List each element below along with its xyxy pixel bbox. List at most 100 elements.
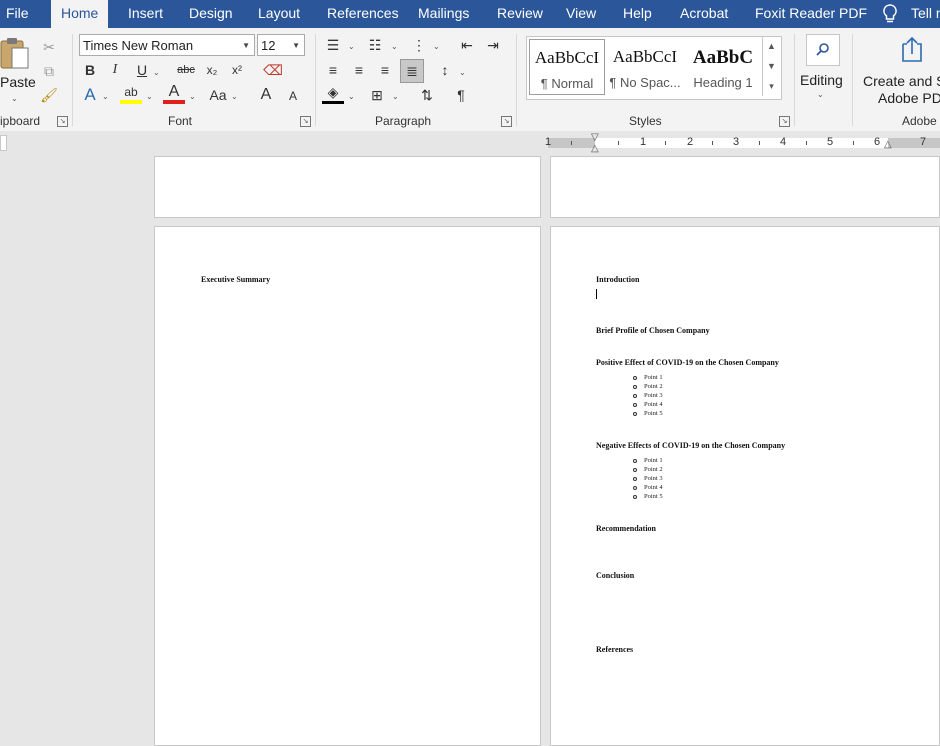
ribbon: Paste ⌄ ✂ ⧉ 🖌 ipboard ↘ Times New Roman ▼… <box>0 28 940 132</box>
list-item: Point 2 <box>633 383 663 390</box>
style-heading-1[interactable]: AaBbC Heading 1 <box>685 39 761 95</box>
tab-foxit-reader-pdf[interactable]: Foxit Reader PDF <box>755 0 867 28</box>
first-line-indent-marker[interactable]: ▽ <box>591 132 599 143</box>
dialog-launcher-icon[interactable]: ↘ <box>300 116 311 127</box>
paste-button[interactable]: Paste ⌄ <box>0 34 36 106</box>
styles-gallery: AaBbCcI ¶ Normal AaBbCcI ¶ No Spac... Aa… <box>526 36 782 100</box>
tab-design[interactable]: Design <box>189 0 233 28</box>
list-item: Point 1 <box>633 374 663 381</box>
tab-view[interactable]: View <box>566 0 596 28</box>
list-item: Point 3 <box>633 392 663 399</box>
page-right[interactable]: Introduction Brief Profile of Chosen Com… <box>550 226 940 746</box>
lightbulb-icon[interactable] <box>882 0 898 28</box>
font-family-select[interactable]: Times New Roman ▼ <box>79 34 255 56</box>
justify-icon[interactable]: ≣ <box>400 59 424 83</box>
tab-file[interactable]: File <box>6 0 29 28</box>
decrease-indent-icon[interactable]: ⇤ <box>456 34 478 56</box>
dialog-launcher-icon[interactable]: ↘ <box>501 116 512 127</box>
chevron-up-icon[interactable]: ▲ <box>762 36 780 56</box>
paragraph-group-label: Paragraph <box>375 114 432 128</box>
horizontal-ruler[interactable]: 1 1 2 3 4 5 6 7 ▽ △ △ <box>545 132 940 154</box>
list-item: Point 3 <box>633 475 663 482</box>
subscript-button[interactable]: x₂ <box>201 59 223 81</box>
bullets-icon[interactable]: ☰ <box>322 34 344 56</box>
brief-profile-heading: Brief Profile of Chosen Company <box>596 326 710 335</box>
adobe-group-label: Adobe <box>902 114 937 128</box>
list-item: Point 1 <box>633 457 663 464</box>
more-icon[interactable]: ▾ <box>762 76 780 96</box>
styles-scroll[interactable]: ▲ ▼ ▾ <box>762 36 780 98</box>
chevron-down-icon: ⌄ <box>11 94 18 103</box>
clear-formatting-icon[interactable]: ⌫ <box>262 59 284 81</box>
conclusion-heading: Conclusion <box>596 571 635 580</box>
page-previous-left <box>154 156 541 218</box>
sort-icon[interactable]: ⇅ <box>416 84 438 106</box>
change-case-button[interactable]: Aa <box>205 84 231 106</box>
underline-button[interactable]: U <box>131 59 153 81</box>
style-normal[interactable]: AaBbCcI ¶ Normal <box>529 39 605 95</box>
tab-acrobat[interactable]: Acrobat <box>680 0 728 28</box>
tab-help[interactable]: Help <box>623 0 652 28</box>
styles-group-label: Styles <box>629 114 662 128</box>
right-indent-marker[interactable]: △ <box>884 139 892 150</box>
borders-icon[interactable]: ⊞ <box>366 84 388 106</box>
numbering-icon[interactable]: ☷ <box>364 34 386 56</box>
chevron-down-icon[interactable]: ▼ <box>762 56 780 76</box>
tab-home[interactable]: Home <box>51 0 109 28</box>
hanging-indent-marker[interactable]: △ <box>591 143 599 154</box>
bold-button[interactable]: B <box>79 59 101 81</box>
list-item: Point 2 <box>633 466 663 473</box>
text-effects-icon[interactable]: A <box>79 84 101 106</box>
list-item: Point 4 <box>633 484 663 491</box>
executive-summary-heading: Executive Summary <box>201 275 271 284</box>
introduction-heading: Introduction <box>596 275 640 284</box>
superscript-button[interactable]: x² <box>226 59 248 81</box>
italic-button[interactable]: I <box>104 59 126 81</box>
tell-me-search[interactable]: Tell m <box>911 0 940 28</box>
format-painter-icon[interactable]: 🖌 <box>38 84 60 106</box>
positive-effect-heading: Positive Effect of COVID-19 on the Chose… <box>596 358 779 367</box>
search-icon <box>806 34 840 66</box>
tab-layout[interactable]: Layout <box>258 0 300 28</box>
tab-mailings[interactable]: Mailings <box>418 0 469 28</box>
style-no-spacing[interactable]: AaBbCcI ¶ No Spac... <box>607 39 683 95</box>
tab-insert[interactable]: Insert <box>128 0 163 28</box>
grow-font-button[interactable]: A <box>255 84 277 106</box>
strikethrough-button[interactable]: abc <box>172 59 200 81</box>
highlight-icon[interactable]: ab <box>120 84 142 104</box>
page-previous-right <box>550 156 940 218</box>
shrink-font-button[interactable]: A <box>282 85 304 107</box>
ribbon-tab-bar: File Home Insert Design Layout Reference… <box>0 0 940 28</box>
font-color-icon[interactable]: A <box>163 83 185 104</box>
shading-icon[interactable]: ◈ <box>322 84 344 104</box>
tab-review[interactable]: Review <box>497 0 543 28</box>
list-item: Point 5 <box>633 410 663 417</box>
font-group-label: Font <box>168 114 193 128</box>
chevron-down-icon: ⌄ <box>817 90 824 99</box>
page-left[interactable]: Executive Summary <box>154 226 541 746</box>
align-left-icon[interactable]: ≡ <box>322 59 344 81</box>
list-item: Point 5 <box>633 493 663 500</box>
dialog-launcher-icon[interactable]: ↘ <box>779 116 790 127</box>
increase-indent-icon[interactable]: ⇥ <box>482 34 504 56</box>
line-spacing-icon[interactable]: ↕ <box>434 59 456 81</box>
copy-icon[interactable]: ⧉ <box>38 60 60 82</box>
show-formatting-button[interactable]: ¶ <box>450 84 472 106</box>
list-item: Point 4 <box>633 401 663 408</box>
negative-effects-heading: Negative Effects of COVID-19 on the Chos… <box>596 441 786 450</box>
create-and-share-pdf-button[interactable]: Create and Sh Adobe PDF <box>858 34 940 106</box>
text-cursor <box>596 289 597 299</box>
clipboard-icon <box>0 38 29 69</box>
references-heading: References <box>596 645 634 654</box>
multilevel-list-icon[interactable]: ⋮ <box>408 34 430 56</box>
font-size-select[interactable]: 12 ▼ <box>257 34 305 56</box>
dialog-launcher-icon[interactable]: ↘ <box>57 116 68 127</box>
pdf-share-icon <box>902 36 922 62</box>
editing-button[interactable]: Editing ⌄ <box>800 34 844 106</box>
paste-label: Paste <box>0 74 36 90</box>
cut-icon[interactable]: ✂ <box>38 36 60 58</box>
align-center-icon[interactable]: ≡ <box>348 59 370 81</box>
align-right-icon[interactable]: ≡ <box>374 59 396 81</box>
clipboard-group-label: ipboard <box>0 114 41 128</box>
tab-references[interactable]: References <box>327 0 399 28</box>
